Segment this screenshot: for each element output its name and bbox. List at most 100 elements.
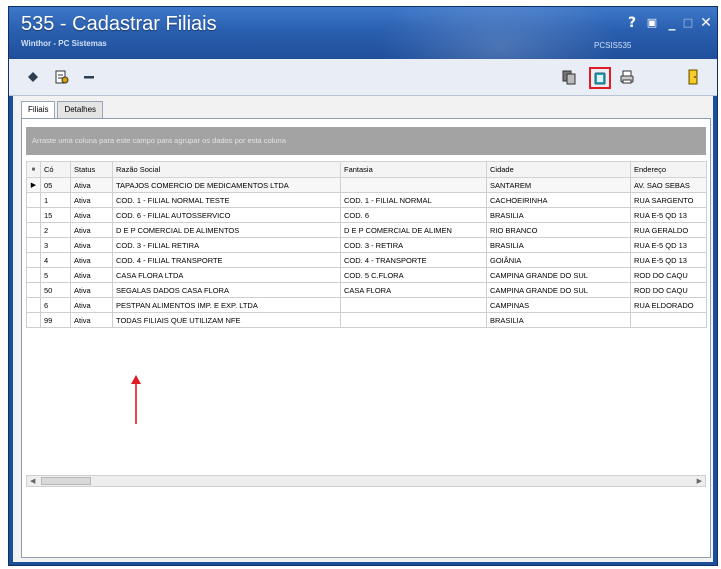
row-indicator[interactable] xyxy=(26,267,41,283)
cell-cidade[interactable]: SANTAREM xyxy=(486,177,631,193)
row-indicator[interactable]: ▶ xyxy=(26,177,41,193)
row-indicator[interactable] xyxy=(26,192,41,208)
row-indicator[interactable] xyxy=(26,252,41,268)
scroll-right-icon[interactable]: ▶ xyxy=(697,476,702,486)
cell-codigo[interactable]: 99 xyxy=(40,312,71,328)
column-header-codigo[interactable]: Có xyxy=(40,161,71,178)
cell-codigo[interactable]: 15 xyxy=(40,207,71,223)
cell-endereco[interactable]: ROD DO CAQU xyxy=(630,282,707,298)
cell-fantasia[interactable]: COD. 3 - RETIRA xyxy=(340,237,487,253)
column-header-fantasia[interactable]: Fantasia xyxy=(340,161,487,178)
cell-razao-social[interactable]: COD. 3 - FILIAL RETIRA xyxy=(112,237,341,253)
table-row[interactable]: 2 Ativa D E P COMERCIAL DE ALIMENTOS D E P … xyxy=(26,222,707,238)
cell-fantasia[interactable]: D E P COMERCIAL DE ALIMEN xyxy=(340,222,487,238)
cell-cidade[interactable]: RIO BRANCO xyxy=(486,222,631,238)
column-header-status[interactable]: Status xyxy=(70,161,113,178)
cell-cidade[interactable]: BRASILIA xyxy=(486,312,631,328)
cell-cidade[interactable]: GOIÂNIA xyxy=(486,252,631,268)
cell-codigo[interactable]: 2 xyxy=(40,222,71,238)
group-by-bar[interactable]: Arraste uma coluna para este campo para … xyxy=(26,127,706,155)
exit-door-icon[interactable] xyxy=(683,67,703,87)
table-row[interactable]: ▶ 05 Ativa TAPAJOS COMERCIO DE MEDICAMENTOS… xyxy=(26,177,707,193)
cell-endereco[interactable] xyxy=(630,312,707,328)
cell-status[interactable]: Ativa xyxy=(70,297,113,313)
cell-razao-social[interactable]: D E P COMERCIAL DE ALIMENTOS xyxy=(112,222,341,238)
diamond-icon[interactable] xyxy=(23,67,43,87)
table-row[interactable]: 99 Ativa TODAS FILIAIS QUE UTILIZAM NFE BRA… xyxy=(26,312,707,328)
cell-cidade[interactable]: CAMPINA GRANDE DO SUL xyxy=(486,267,631,283)
title-bar[interactable]: 535 - Cadastrar Filiais Winthor - PC Sis… xyxy=(9,7,717,59)
cell-cidade[interactable]: CAMPINAS xyxy=(486,297,631,313)
cell-fantasia[interactable]: COD. 5 C.FLORA xyxy=(340,267,487,283)
cell-endereco[interactable]: AV. SAO SEBAS xyxy=(630,177,707,193)
report-icon[interactable] xyxy=(51,67,71,87)
cell-endereco[interactable]: RUA E-5 QD 13 xyxy=(630,237,707,253)
row-indicator[interactable] xyxy=(26,207,41,223)
column-header-razao-social[interactable]: Razão Social xyxy=(112,161,341,178)
cell-status[interactable]: Ativa xyxy=(70,282,113,298)
cell-status[interactable]: Ativa xyxy=(70,252,113,268)
print-icon[interactable] xyxy=(617,67,637,87)
cell-codigo[interactable]: 50 xyxy=(40,282,71,298)
cell-fantasia[interactable]: CASA FLORA xyxy=(340,282,487,298)
restore-icon-button[interactable]: ▣ xyxy=(643,15,661,31)
cell-status[interactable]: Ativa xyxy=(70,177,113,193)
table-row[interactable]: 15 Ativa COD. 6 - FILIAL AUTOSSERVICO COD. … xyxy=(26,207,707,223)
cell-codigo[interactable]: 1 xyxy=(40,192,71,208)
cell-fantasia[interactable] xyxy=(340,312,487,328)
row-indicator[interactable] xyxy=(26,222,41,238)
row-indicator[interactable] xyxy=(26,282,41,298)
cell-razao-social[interactable]: TODAS FILIAIS QUE UTILIZAM NFE xyxy=(112,312,341,328)
cell-razao-social[interactable]: COD. 1 - FILIAL NORMAL TESTE xyxy=(112,192,341,208)
cell-razao-social[interactable]: CASA FLORA LTDA xyxy=(112,267,341,283)
cell-status[interactable]: Ativa xyxy=(70,312,113,328)
tab-filiais[interactable]: Filiais xyxy=(21,101,56,119)
column-header-cidade[interactable]: Cidade xyxy=(486,161,631,178)
minus-icon[interactable] xyxy=(79,67,99,87)
row-indicator[interactable] xyxy=(26,297,41,313)
cell-codigo[interactable]: 5 xyxy=(40,267,71,283)
maximize-button[interactable]: □ xyxy=(679,15,697,31)
cell-fantasia[interactable]: COD. 6 xyxy=(340,207,487,223)
cell-razao-social[interactable]: PESTPAN ALIMENTOS IMP. E EXP. LTDA xyxy=(112,297,341,313)
cell-razao-social[interactable]: TAPAJOS COMERCIO DE MEDICAMENTOS LTDA xyxy=(112,177,341,193)
cell-status[interactable]: Ativa xyxy=(70,267,113,283)
cell-cidade[interactable]: BRASILIA xyxy=(486,207,631,223)
cell-cidade[interactable]: CAMPINA GRANDE DO SUL xyxy=(486,282,631,298)
table-row[interactable]: 3 Ativa COD. 3 - FILIAL RETIRA COD. 3 - RET… xyxy=(26,237,707,253)
scroll-left-icon[interactable]: ◀ xyxy=(30,476,35,486)
copy-icon[interactable] xyxy=(559,67,579,87)
cell-fantasia[interactable]: COD. 1 - FILIAL NORMAL xyxy=(340,192,487,208)
cell-status[interactable]: Ativa xyxy=(70,207,113,223)
table-row[interactable]: 1 Ativa COD. 1 - FILIAL NORMAL TESTE COD. 1… xyxy=(26,192,707,208)
cell-fantasia[interactable] xyxy=(340,177,487,193)
cell-endereco[interactable]: RUA GERALDO xyxy=(630,222,707,238)
cell-codigo[interactable]: 05 xyxy=(40,177,71,193)
table-row[interactable]: 50 Ativa SEGALAS DADOS CASA FLORA CASA FLOR… xyxy=(26,282,707,298)
cell-razao-social[interactable]: SEGALAS DADOS CASA FLORA xyxy=(112,282,341,298)
table-row[interactable]: 6 Ativa PESTPAN ALIMENTOS IMP. E EXP. LTDA… xyxy=(26,297,707,313)
cell-razao-social[interactable]: COD. 4 - FILIAL TRANSPORTE xyxy=(112,252,341,268)
column-header-endereco[interactable]: Endereço xyxy=(630,161,707,178)
clipboard-icon[interactable] xyxy=(589,67,611,89)
table-row[interactable]: 5 Ativa CASA FLORA LTDA COD. 5 C.FLORA CAMPI… xyxy=(26,267,707,283)
cell-cidade[interactable]: CACHOEIRINHA xyxy=(486,192,631,208)
cell-status[interactable]: Ativa xyxy=(70,237,113,253)
close-button[interactable]: ✕ xyxy=(697,15,715,31)
horizontal-scrollbar[interactable]: ◀ ▶ xyxy=(26,475,706,487)
cell-fantasia[interactable] xyxy=(340,297,487,313)
help-button[interactable]: ? xyxy=(623,15,641,31)
cell-endereco[interactable]: RUA E-5 QD 13 xyxy=(630,207,707,223)
tab-detalhes[interactable]: Detalhes xyxy=(57,101,104,119)
row-indicator[interactable] xyxy=(26,237,41,253)
scrollbar-thumb[interactable] xyxy=(41,477,91,485)
cell-codigo[interactable]: 4 xyxy=(40,252,71,268)
cell-endereco[interactable]: RUA E-5 QD 13 xyxy=(630,252,707,268)
cell-status[interactable]: Ativa xyxy=(70,222,113,238)
row-indicator[interactable] xyxy=(26,312,41,328)
cell-fantasia[interactable]: COD. 4 - TRANSPORTE xyxy=(340,252,487,268)
cell-status[interactable]: Ativa xyxy=(70,192,113,208)
cell-codigo[interactable]: 3 xyxy=(40,237,71,253)
cell-razao-social[interactable]: COD. 6 - FILIAL AUTOSSERVICO xyxy=(112,207,341,223)
cell-endereco[interactable]: ROD DO CAQU xyxy=(630,267,707,283)
